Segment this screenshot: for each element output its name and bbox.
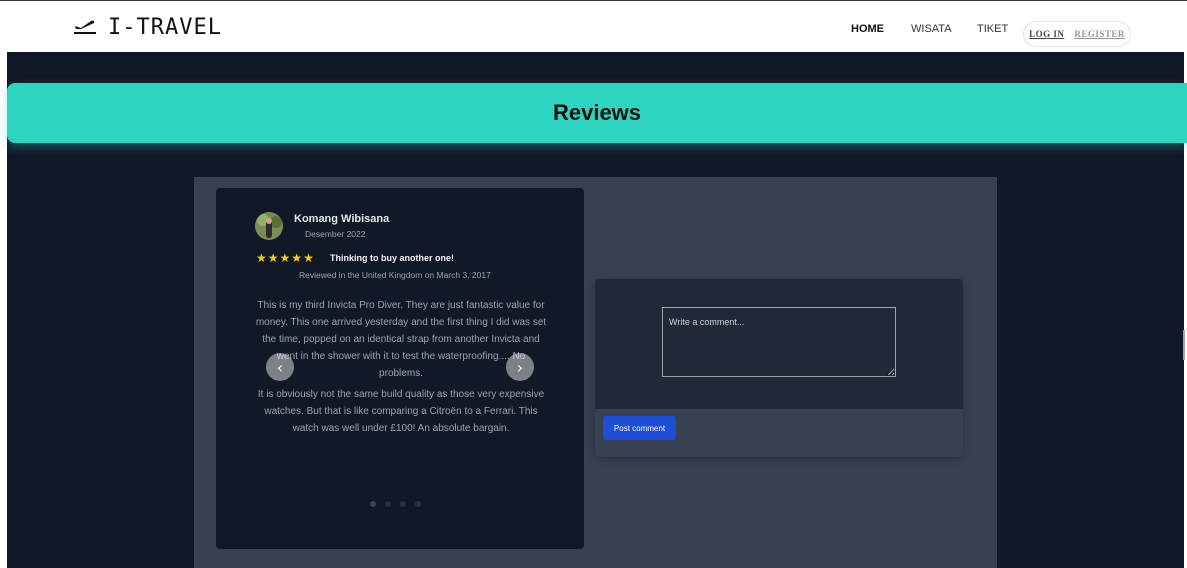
- carousel-dot[interactable]: [400, 501, 406, 507]
- reviews-banner: Reviews: [7, 83, 1187, 143]
- carousel-dot[interactable]: [370, 501, 376, 507]
- nav-tiket[interactable]: TIKET: [977, 23, 1008, 35]
- review-date: Desember 2022: [305, 229, 366, 239]
- brand-name: I-TRAVEL: [108, 14, 222, 40]
- page-title: Reviews: [552, 100, 642, 125]
- star-icon: ★: [303, 251, 314, 265]
- chevron-left-icon: ‹: [276, 357, 284, 377]
- chevron-right-icon: ›: [516, 357, 524, 377]
- reviewer-name: Komang Wibisana: [294, 213, 390, 225]
- nav-home[interactable]: HOME: [851, 23, 884, 35]
- plane-departure-icon: [72, 15, 98, 39]
- left-gutter: [0, 52, 7, 568]
- avatar: [255, 212, 283, 240]
- review-paragraph: This is my third Invicta Pro Diver. They…: [255, 300, 547, 379]
- post-comment-button[interactable]: Post comment: [603, 416, 676, 440]
- review-paragraph: It is obviously not the same build quali…: [257, 389, 545, 434]
- review-headline: Thinking to buy another one!: [330, 253, 454, 263]
- star-icon: ★: [267, 251, 279, 265]
- brand-logo[interactable]: I-TRAVEL: [72, 13, 222, 41]
- comment-input[interactable]: [662, 307, 896, 377]
- star-icon: ★: [291, 251, 303, 265]
- carousel-dot[interactable]: [415, 501, 421, 507]
- carousel-indicators: [370, 501, 421, 507]
- star-rating: ★ ★ ★ ★ ★: [256, 252, 314, 264]
- auth-links: LOG IN REGISTER: [1023, 21, 1131, 47]
- review-origin: Reviewed in the United Kingdom on March …: [299, 270, 491, 280]
- carousel-next-button[interactable]: ›: [506, 353, 534, 381]
- nav-wisata[interactable]: WISATA: [911, 23, 952, 35]
- top-navbar: I-TRAVEL HOME WISATA TIKET LOG IN REGIST…: [0, 0, 1187, 52]
- register-link[interactable]: REGISTER: [1074, 29, 1125, 39]
- review-body: This is my third Invicta Pro Diver. They…: [254, 297, 548, 441]
- star-icon: ★: [279, 251, 291, 265]
- star-icon: ★: [256, 251, 267, 265]
- login-link[interactable]: LOG IN: [1029, 29, 1064, 39]
- carousel-dot[interactable]: [385, 501, 391, 507]
- scrollbar-thumb[interactable]: [1183, 330, 1185, 360]
- carousel-prev-button[interactable]: ‹: [266, 353, 294, 381]
